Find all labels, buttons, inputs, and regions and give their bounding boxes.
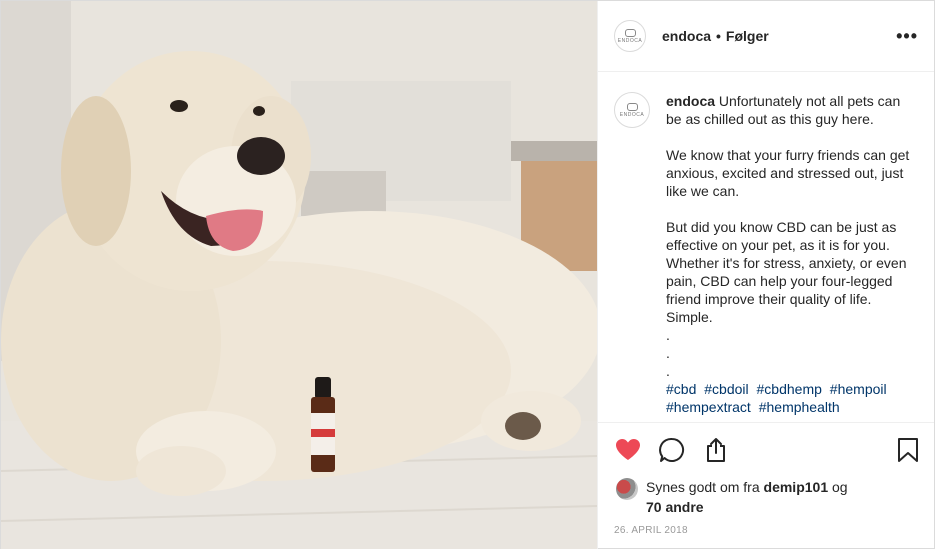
hashtag-link[interactable]: #cbdoil (704, 381, 748, 397)
hashtag-link[interactable]: #hempoil (830, 381, 887, 397)
dog-photo-illustration (1, 1, 597, 549)
endoca-logo-icon (624, 28, 636, 37)
separator-dot: • (716, 28, 721, 44)
post-header: ENDOCA endoca • Følger ••• (598, 1, 934, 72)
liker-avatar[interactable] (616, 478, 638, 500)
author-username[interactable]: endoca (662, 28, 711, 44)
hashtag-link[interactable]: #cbdhemp (757, 381, 822, 397)
like-button[interactable] (614, 436, 642, 464)
caption-paragraph-2: We know that your furry friends can get … (666, 147, 910, 199)
likes-text: Synes godt om fra demip101 og 70 andre (646, 477, 848, 517)
avatar-text: ENDOCA (619, 111, 645, 118)
post-photo[interactable] (1, 1, 597, 549)
post-side-panel: ENDOCA endoca • Følger ••• ENDOCA endoca… (597, 1, 934, 549)
follow-button[interactable]: Følger (726, 28, 769, 44)
likes-prefix: Synes godt om fra (646, 479, 760, 495)
share-button[interactable] (702, 436, 730, 464)
caption-avatar[interactable]: ENDOCA (614, 92, 650, 128)
bottom-spacer (598, 536, 934, 549)
liker-username[interactable]: demip101 (764, 479, 829, 495)
avatar-text: ENDOCA (617, 37, 643, 44)
caption-area: ENDOCA endoca Unfortunately not all pets… (598, 72, 934, 423)
action-bar (598, 423, 934, 477)
likes-summary: Synes godt om fra demip101 og 70 andre (598, 477, 934, 517)
endoca-logo-icon (626, 102, 638, 111)
heart-icon (616, 439, 640, 460)
hashtag-link[interactable]: #cbd (666, 381, 696, 397)
more-options-icon[interactable]: ••• (896, 26, 918, 47)
comment-icon (659, 437, 684, 462)
share-icon (707, 438, 725, 462)
caption-paragraph-3: But did you know CBD can be just as effe… (666, 219, 907, 325)
post-date[interactable]: 26. APRIL 2018 (598, 517, 934, 536)
save-button[interactable] (894, 436, 922, 464)
hashtag-link[interactable]: #hempextract (666, 399, 751, 415)
caption-text: endoca Unfortunately not all pets can be… (666, 92, 918, 422)
bookmark-icon (898, 438, 918, 462)
caption-username[interactable]: endoca (666, 93, 715, 109)
hashtag-list: #cbd #cbdoil #cbdhemp #hempoil #hempextr… (666, 380, 918, 416)
likes-conj: og (832, 479, 848, 495)
comment-button[interactable] (658, 436, 686, 464)
caption-dot-2: . (666, 345, 670, 361)
likes-others[interactable]: 70 andre (646, 499, 704, 515)
author-avatar[interactable]: ENDOCA (614, 20, 646, 52)
instagram-post: ENDOCA endoca • Følger ••• ENDOCA endoca… (0, 0, 935, 549)
caption-intro: endoca Unfortunately not all pets can be… (666, 92, 918, 128)
caption-dot-3: . (666, 363, 670, 379)
hashtag-link[interactable]: #hemphealth (759, 399, 840, 415)
caption-dot-1: . (666, 327, 670, 343)
